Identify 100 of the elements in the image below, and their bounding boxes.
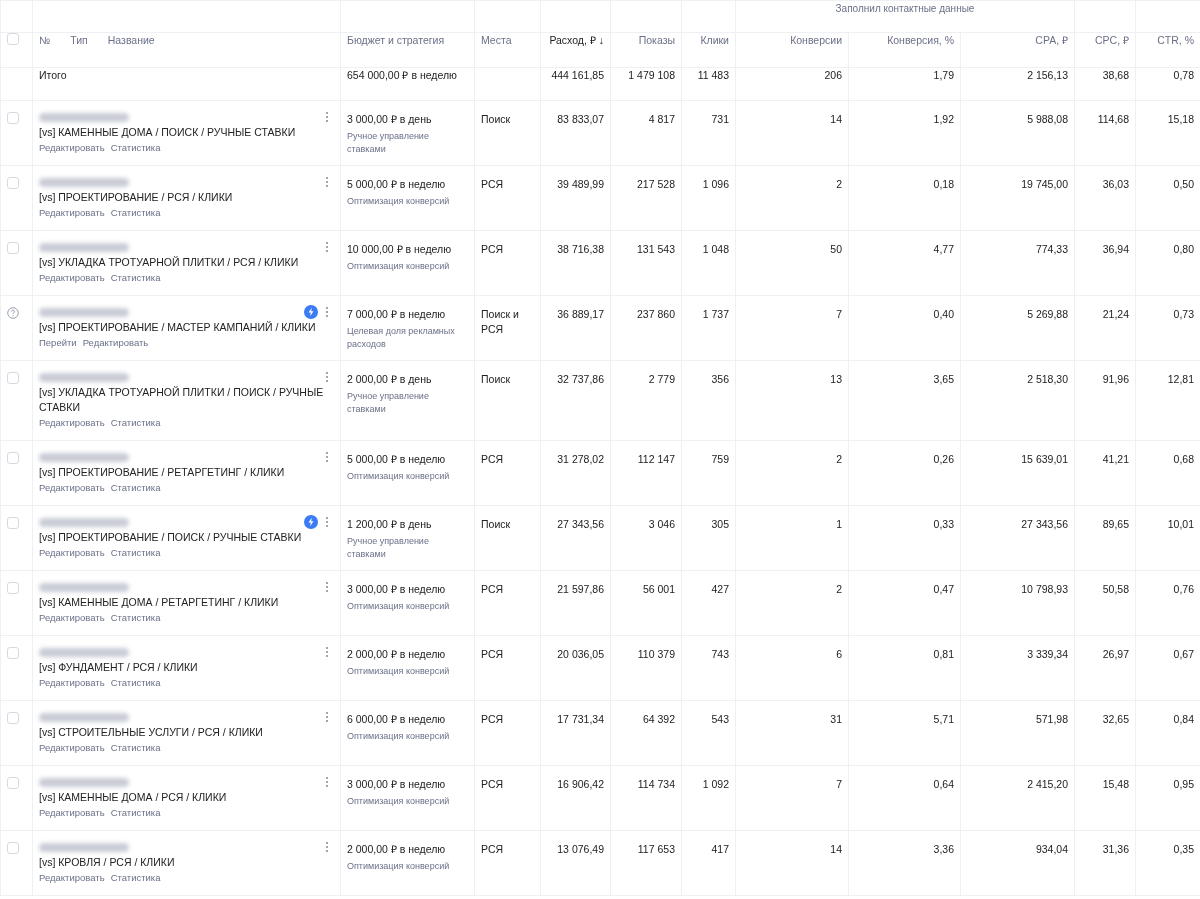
strategy-text: Оптимизация конверсий [347,194,451,208]
budget-text: 5 000,00 ₽ в неделю [347,177,447,192]
table-cell: 50,58 [1102,583,1129,595]
total-cell: 1 479 108 [628,69,675,81]
table-cell: 5 988,08 [1027,113,1068,125]
column-header[interactable]: Тип [70,33,88,49]
table-cell: 39 489,99 [557,178,604,190]
column-header[interactable]: Название [107,33,155,49]
action-link[interactable]: Редактировать [39,141,105,156]
help-icon[interactable] [7,307,19,319]
action-link[interactable]: Редактировать [39,871,105,886]
table-cell: 89,65 [1102,518,1129,530]
action-link[interactable]: Статистика [110,676,161,691]
action-link[interactable]: Редактировать [39,481,105,496]
table-cell: 26,97 [1102,648,1129,660]
total-cell: 0,78 [1173,69,1194,81]
total-cell: 11 483 [697,69,729,81]
checkbox[interactable] [7,112,19,124]
table-cell: 15,18 [1167,113,1194,125]
table-cell: 0,76 [1173,583,1194,595]
action-link[interactable]: Статистика [110,806,161,821]
table-cell: 13 [830,373,842,385]
column-header[interactable]: Показы [638,34,675,46]
table-cell: 571,98 [1035,713,1068,725]
table-cell: 131 543 [637,243,675,255]
total-cell: 206 [824,69,842,81]
table-cell: 0,50 [1173,178,1194,190]
action-link[interactable]: Статистика [110,271,161,286]
checkbox[interactable] [7,33,19,45]
campaign-name: [vs] СТРОИТЕЛЬНЫЕ УСЛУГИ / РСЯ / КЛИКИ [39,725,264,740]
action-link[interactable]: Статистика [110,871,161,886]
checkbox[interactable] [7,517,19,529]
table-cell: 10,01 [1167,518,1194,530]
table-cell: 2 [836,583,842,595]
table-cell: 5 269,88 [1027,308,1068,320]
action-link[interactable]: Статистика [110,141,161,156]
total-cell: 1,79 [933,69,954,81]
action-link[interactable]: Редактировать [39,806,105,821]
strategy-text: Оптимизация конверсий [347,794,451,808]
table-cell: 32 737,86 [557,373,604,385]
placement-text: РСЯ [481,842,505,857]
column-header[interactable]: Клики [700,34,729,46]
budget-text: 3 000,00 ₽ в неделю [347,582,447,597]
action-link[interactable]: Статистика [110,416,161,431]
table-cell: 774,33 [1035,243,1068,255]
column-header[interactable]: Конверсии [790,34,842,46]
table-cell: 27 343,56 [557,518,604,530]
checkbox[interactable] [7,712,19,724]
checkbox[interactable] [7,647,19,659]
table-cell: 0,68 [1173,453,1194,465]
budget-text: 1 200,00 ₽ в день [347,517,433,532]
action-link[interactable]: Статистика [110,546,161,561]
campaign-name: [vs] ПРОЕКТИРОВАНИЕ / РСЯ / КЛИКИ [39,190,234,205]
action-link[interactable]: Редактировать [39,271,105,286]
column-header[interactable]: Конверсия, % [887,34,954,46]
action-link[interactable]: Редактировать [39,676,105,691]
column-header[interactable]: Места [481,34,512,46]
checkbox[interactable] [7,177,19,189]
action-link[interactable]: Редактировать [39,611,105,626]
column-header[interactable]: CTR, % [1157,34,1194,46]
action-link[interactable]: Статистика [110,611,161,626]
table-cell: 1,92 [933,113,954,125]
table-cell: 1 092 [702,778,729,790]
checkbox[interactable] [7,777,19,789]
checkbox[interactable] [7,842,19,854]
table-cell: 731 [711,113,729,125]
table-cell: 0,35 [1173,843,1194,855]
lightning-icon[interactable] [304,305,318,319]
table-cell: 38 716,38 [557,243,604,255]
table-cell: 114 734 [637,778,675,790]
table-cell: 1 737 [702,308,729,320]
table-cell: 31 [830,713,842,725]
checkbox[interactable] [7,452,19,464]
action-link[interactable]: Редактировать [82,336,149,351]
table-cell: 50 [830,243,842,255]
action-link[interactable]: Редактировать [39,546,105,561]
action-link[interactable]: Статистика [110,741,161,756]
column-header[interactable]: CPC, ₽ [1095,34,1129,46]
total-label: Итого [39,69,67,81]
lightning-icon[interactable] [304,515,318,529]
action-link[interactable]: Редактировать [39,416,105,431]
action-link[interactable]: Редактировать [39,206,105,221]
total-cell: 38,68 [1102,69,1129,81]
checkbox[interactable] [7,582,19,594]
strategy-text: Ручное управление ставками [347,129,430,156]
action-link[interactable]: Перейти [39,336,77,351]
strategy-text: Ручное управление ставками [347,534,430,561]
action-link[interactable]: Статистика [110,206,161,221]
action-link[interactable]: Статистика [110,481,161,496]
action-link[interactable]: Редактировать [39,741,105,756]
table-cell: 6 [836,648,842,660]
column-header[interactable]: № [39,33,51,49]
campaign-name: [vs] КАМЕННЫЕ ДОМА / РЕТАРГЕТИНГ / КЛИКИ [39,595,280,610]
checkbox[interactable] [7,372,19,384]
checkbox[interactable] [7,242,19,254]
column-header[interactable]: CPA, ₽ [1035,34,1068,46]
table-cell: 417 [711,843,729,855]
table-cell: 27 343,56 [1021,518,1068,530]
table-cell: 3,65 [933,373,954,385]
table-cell: 0,26 [933,453,954,465]
